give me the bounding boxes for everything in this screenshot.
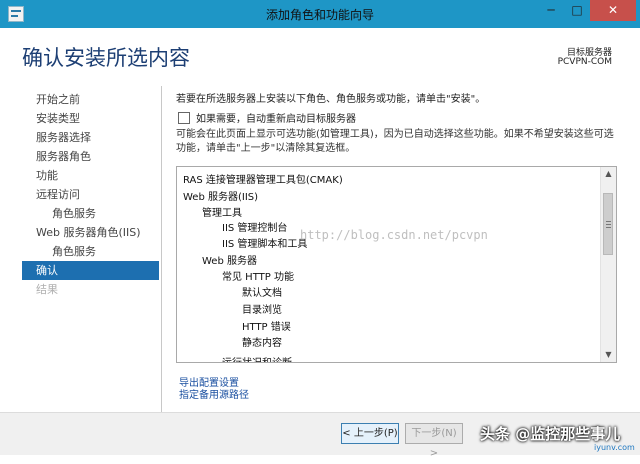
nav-item-features[interactable]: 功能 <box>22 166 159 185</box>
optional-features-note: 可能会在此页面上显示可选功能(如管理工具)，因为已自动选择这些功能。如果不希望安… <box>176 129 614 154</box>
nav-item-web-server-role[interactable]: Web 服务器角色(IIS) <box>22 223 159 242</box>
next-button: 下一步(N) > <box>405 423 463 459</box>
restart-checkbox-label[interactable]: 如果需要，自动重新启动目标服务器 <box>196 110 356 125</box>
restart-checkbox[interactable] <box>178 112 190 124</box>
thumb-grip-line <box>606 224 611 225</box>
vertical-scrollbar[interactable]: ▲ ▼ <box>600 167 616 362</box>
target-server-name: PCVPN-COM <box>557 57 612 67</box>
list-item: Web 服务器(IIS) <box>183 192 259 203</box>
close-button[interactable]: ✕ <box>590 0 636 21</box>
nav-item-server-roles[interactable]: 服务器角色 <box>22 147 159 166</box>
list-item: RAS 连接管理器管理工具包(CMAK) <box>183 175 343 186</box>
list-item: 默认文档 <box>242 288 282 299</box>
thumb-grip-line <box>606 227 611 228</box>
list-item: 静态内容 <box>242 338 282 349</box>
scroll-down-arrow[interactable]: ▼ <box>601 348 616 362</box>
title-bar: 添加角色和功能向导 ─ □ ✕ <box>0 0 640 28</box>
selection-list[interactable]: RAS 连接管理器管理工具包(CMAK) Web 服务器(IIS) 管理工具 I… <box>176 166 617 363</box>
nav-item-confirmation[interactable]: 确认 <box>22 261 159 280</box>
list-item: IIS 管理脚本和工具 <box>222 239 308 250</box>
maximize-button[interactable]: □ <box>564 0 590 21</box>
list-item: IIS 管理控制台 <box>222 223 288 234</box>
previous-button[interactable]: < 上一步(P) <box>341 423 399 444</box>
minimize-button[interactable]: ─ <box>538 0 564 21</box>
list-item: 管理工具 <box>202 208 242 219</box>
site-watermark: iyunv.com <box>594 443 635 452</box>
toutiao-watermark: 头条 @监控那些事儿 <box>480 425 621 443</box>
nav-item-remote-access[interactable]: 远程访问 <box>22 185 159 204</box>
nav-item-before-you-begin[interactable]: 开始之前 <box>22 90 159 109</box>
intro-text: 若要在所选服务器上安装以下角色、角色服务或功能，请单击"安装"。 <box>176 94 486 105</box>
alternate-source-link[interactable]: 指定备用源路径 <box>179 386 249 401</box>
nav-item-installation-type[interactable]: 安装类型 <box>22 109 159 128</box>
scroll-thumb[interactable] <box>603 193 613 255</box>
csdn-watermark: http://blog.csdn.net/pcvpn <box>300 228 488 242</box>
nav-item-results: 结果 <box>36 283 58 296</box>
nav-item-web-role-services[interactable]: 角色服务 <box>22 242 159 261</box>
wizard-steps-nav: 开始之前 安装类型 服务器选择 服务器角色 功能 远程访问 角色服务 Web 服… <box>22 90 159 299</box>
nav-item-server-selection[interactable]: 服务器选择 <box>22 128 159 147</box>
list-item: 运行状况和诊断 <box>222 354 292 362</box>
scroll-up-arrow[interactable]: ▲ <box>601 167 616 181</box>
list-item: Web 服务器 <box>202 256 257 267</box>
list-item: 常见 HTTP 功能 <box>222 272 294 283</box>
list-item: 目录浏览 <box>242 305 282 316</box>
page-title: 确认安装所选内容 <box>22 46 190 70</box>
thumb-grip-line <box>606 221 611 222</box>
list-item: HTTP 错误 <box>242 322 291 333</box>
nav-divider <box>161 86 162 412</box>
nav-item-role-services[interactable]: 角色服务 <box>22 204 159 223</box>
